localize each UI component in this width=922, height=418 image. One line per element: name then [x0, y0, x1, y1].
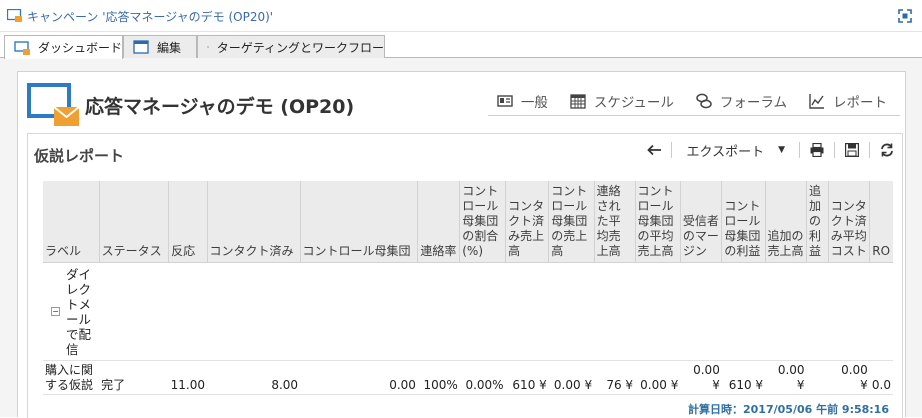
- dashboard-panel: 応答マネージャのデモ (OP20) 一般 スケジ: [17, 71, 906, 417]
- print-button[interactable]: [806, 141, 828, 159]
- edit-icon: [133, 40, 149, 54]
- table-cell: 8.00: [207, 361, 300, 395]
- report-table: ラベルステータス反応コンタクト済みコントロール母集団連絡率コントロール母集団の割…: [43, 181, 893, 395]
- export-label: エクスポート: [686, 141, 764, 160]
- column-header[interactable]: 連絡率: [418, 181, 460, 263]
- print-icon: [810, 143, 824, 157]
- table-cell: 610 ¥: [506, 361, 549, 395]
- group-row: − ダイレクトメールで配信: [43, 263, 893, 361]
- maximize-icon[interactable]: [898, 9, 912, 23]
- table-header-row: ラベルステータス反応コンタクト済みコントロール母集団連絡率コントロール母集団の割…: [43, 181, 893, 263]
- workflow-icon: [207, 40, 209, 54]
- computed-timestamp: 計算日時：2017/05/06 午前 9:58:16: [688, 401, 889, 417]
- table-row[interactable]: 購入に関する仮説完了11.008.000.00100%0.00%610 ¥0.0…: [43, 361, 893, 395]
- tab-label: 編集: [157, 39, 181, 56]
- nav-general[interactable]: 一般: [497, 90, 548, 112]
- table-cell: 0.00: [300, 361, 418, 395]
- column-header[interactable]: コンタクト済み平均コスト: [828, 181, 869, 263]
- group-label: ダイレクトメールで配信: [66, 267, 96, 359]
- page-title: 応答マネージャのデモ (OP20): [85, 92, 354, 119]
- nav-label: フォーラム: [720, 91, 787, 111]
- nav-schedule[interactable]: スケジュール: [570, 90, 674, 112]
- table-cell: 11.00: [169, 361, 207, 395]
- export-button[interactable]: エクスポート ▼: [678, 141, 793, 160]
- toolbar-separator: [671, 142, 672, 158]
- report-table-wrapper: ラベルステータス反応コンタクト済みコントロール母集団連絡率コントロール母集団の割…: [43, 181, 893, 395]
- campaign-icon: [27, 83, 79, 128]
- table-cell: [807, 361, 829, 395]
- column-header[interactable]: コントロール母集団の売上高: [549, 181, 594, 263]
- table-cell: 76 ¥: [594, 361, 635, 395]
- tab-edit[interactable]: 編集: [123, 35, 197, 58]
- column-header[interactable]: コントロール母集団の平均売上高: [635, 181, 680, 263]
- tab-bar: ダッシュボード 編集 ターゲティングとワークフロー: [0, 32, 922, 58]
- calendar-icon: [570, 93, 586, 109]
- hypothesis-report: 仮説レポート エクスポート ▼: [27, 133, 903, 418]
- column-header[interactable]: ステータス: [99, 181, 169, 263]
- page-header: 応答マネージャのデモ (OP20) 一般 スケジ: [18, 72, 907, 132]
- back-arrow-icon: [646, 144, 662, 156]
- nav-label: スケジュール: [594, 91, 674, 111]
- table-cell: 0.00 ¥: [635, 361, 680, 395]
- nav-report[interactable]: レポート: [809, 90, 887, 112]
- table-cell: 610 ¥: [722, 361, 765, 395]
- tab-label: ターゲティングとワークフロー: [217, 39, 384, 56]
- save-button[interactable]: [841, 141, 863, 159]
- save-icon: [845, 143, 859, 157]
- toolbar-separator: [834, 142, 835, 158]
- column-header[interactable]: 連絡された平均売上高: [594, 181, 635, 263]
- table-cell: 0.00 ¥: [828, 361, 869, 395]
- toolbar-separator: [869, 142, 870, 158]
- report-title: 仮説レポート: [34, 145, 124, 166]
- refresh-icon: [880, 143, 894, 157]
- table-cell: 0.00 ¥: [680, 361, 721, 395]
- table-cell: 購入に関する仮説: [43, 361, 99, 395]
- campaign-window-icon: [7, 9, 22, 22]
- collapse-icon[interactable]: −: [51, 307, 60, 316]
- caret-down-icon: ▼: [778, 145, 785, 155]
- column-header[interactable]: ラベル: [43, 181, 99, 263]
- column-header[interactable]: 追加の売上高: [765, 181, 806, 263]
- nav-divider: [488, 115, 900, 116]
- table-cell: 0.00%: [460, 361, 506, 395]
- window-title-bar: キャンペーン '応答マネージャのデモ (OP20)': [0, 0, 922, 32]
- page-nav: 一般 スケジュール フォーラム: [475, 90, 887, 112]
- table-cell: 0.00 ¥: [765, 361, 806, 395]
- content-area: 応答マネージャのデモ (OP20) 一般 スケジ: [0, 58, 922, 417]
- tab-dashboard[interactable]: ダッシュボード: [4, 35, 123, 59]
- window-title: キャンペーン '応答マネージャのデモ (OP20)': [27, 8, 273, 25]
- column-header[interactable]: RO: [870, 181, 893, 263]
- group-cell: − ダイレクトメールで配信: [43, 263, 893, 361]
- nav-label: レポート: [833, 91, 887, 111]
- tab-label: ダッシュボード: [38, 39, 122, 56]
- table-cell: 完了: [99, 361, 169, 395]
- tab-targeting-workflow[interactable]: ターゲティングとワークフロー: [197, 35, 385, 58]
- nav-label: 一般: [521, 91, 548, 111]
- dashboard-icon: [14, 41, 30, 55]
- table-cell: 100%: [418, 361, 460, 395]
- column-header[interactable]: コンタクト済み: [207, 181, 300, 263]
- column-header[interactable]: コンタクト済み売上高: [506, 181, 549, 263]
- column-header[interactable]: 受信者のマージン: [680, 181, 721, 263]
- report-chart-icon: [809, 93, 825, 109]
- column-header[interactable]: コントロール母集団の利益: [722, 181, 765, 263]
- toolbar-separator: [799, 142, 800, 158]
- refresh-button[interactable]: [876, 141, 898, 159]
- table-cell: 0.0: [870, 361, 893, 395]
- table-cell: 0.00 ¥: [549, 361, 594, 395]
- general-icon: [497, 93, 513, 109]
- nav-forum[interactable]: フォーラム: [696, 90, 787, 112]
- column-header[interactable]: 追加の利益: [807, 181, 829, 263]
- forum-icon: [696, 93, 712, 109]
- column-header[interactable]: コントロール母集団: [300, 181, 418, 263]
- report-toolbar: エクスポート ▼: [643, 140, 898, 160]
- column-header[interactable]: コントロール母集団の割合(%): [460, 181, 506, 263]
- back-button[interactable]: [643, 141, 665, 159]
- column-header[interactable]: 反応: [169, 181, 207, 263]
